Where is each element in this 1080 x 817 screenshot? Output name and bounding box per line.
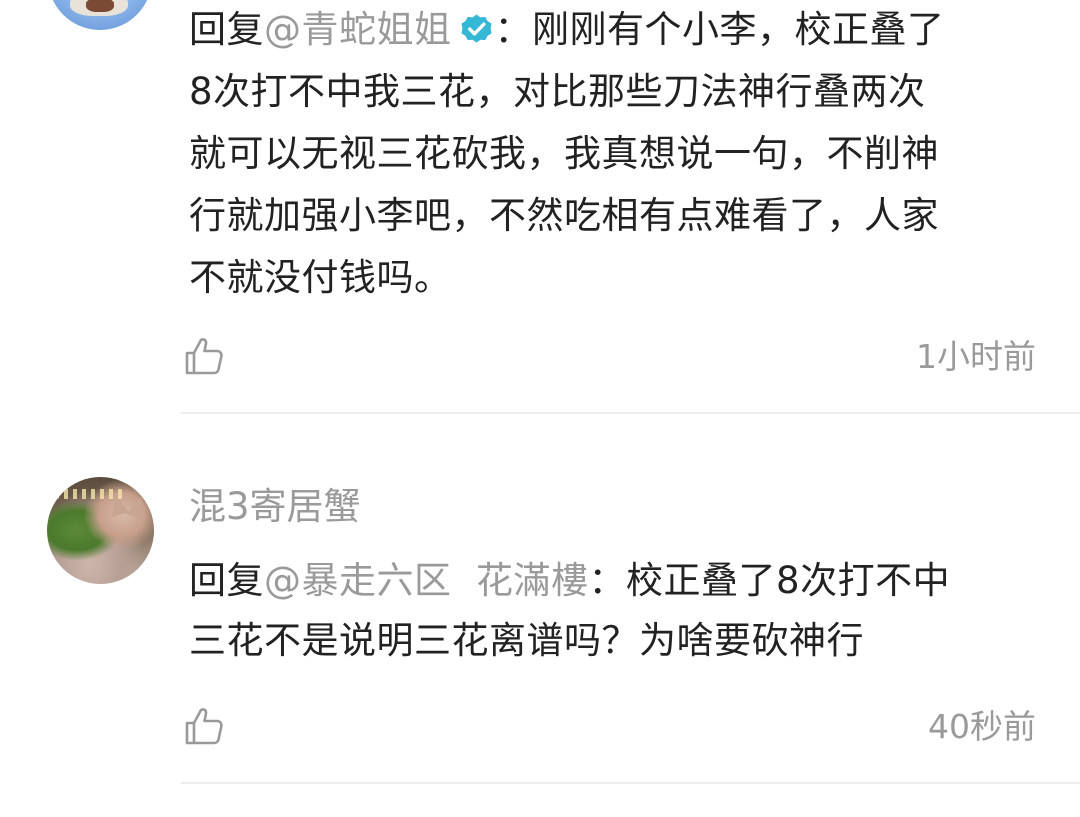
comment-2-line-2: 三花不是说明三花离谱吗？为啥要砍神行 <box>189 619 864 662</box>
avatar[interactable] <box>47 477 154 584</box>
timestamp: 1小时前 <box>916 337 1036 376</box>
comment-username[interactable]: 混3寄居蟹 <box>189 479 361 535</box>
comment-1-line-5: 不就没付钱吗。 <box>189 256 452 299</box>
divider <box>181 782 1080 784</box>
reply-prefix: 回复 <box>189 8 264 51</box>
comment-2-line-1: 回复@暴走六区 花滿樓：校正叠了8次打不中 <box>189 550 950 612</box>
comment-1-line-4: 行就加强小李吧，不然吃相有点难看了，人家 <box>189 194 939 237</box>
mention-link[interactable]: @暴走六区 花滿樓 <box>264 559 589 602</box>
comment-text: 校正叠了8次打不中 <box>626 559 951 602</box>
separator: ： <box>588 559 627 602</box>
comment-1-line-3: 就可以无视三花砍我，我真想说一句，不削神 <box>189 132 939 175</box>
avatar[interactable] <box>48 0 152 30</box>
avatar-image-detail <box>86 0 114 12</box>
avatar-image-detail <box>126 494 150 520</box>
mention-link[interactable]: @青蛇姐姐 <box>264 8 452 51</box>
divider <box>181 412 1080 414</box>
comment-text: 刚刚有个小李，校正叠了 <box>532 8 945 51</box>
comment-1-line-2: 8次打不中我三花，对比那些刀法神行叠两次 <box>189 70 926 113</box>
comment-1-line-1: 回复@青蛇姐姐 ：刚刚有个小李，校正叠了 <box>189 0 945 61</box>
separator: ： <box>494 8 532 51</box>
timestamp: 40秒前 <box>928 707 1036 746</box>
thumbs-up-icon[interactable] <box>184 336 224 376</box>
verified-check-icon <box>460 14 492 43</box>
thumbs-up-icon[interactable] <box>184 706 224 746</box>
reply-prefix: 回复 <box>189 559 264 602</box>
